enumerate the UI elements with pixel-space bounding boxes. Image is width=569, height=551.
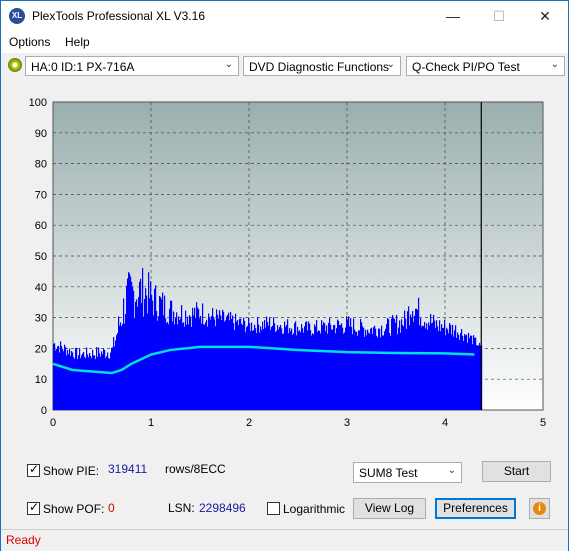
window-title: PlexTools Professional XL V3.16 xyxy=(32,9,205,23)
y-tick-label: 20 xyxy=(35,343,47,355)
test-select-value: Q-Check PI/PO Test xyxy=(412,60,520,74)
y-tick-label: 70 xyxy=(35,189,47,201)
status-bar: Ready xyxy=(1,529,568,551)
menu-bar: Options Help xyxy=(1,31,568,53)
close-button[interactable]: ✕ xyxy=(522,1,568,31)
x-tick-label: 4 xyxy=(442,417,448,429)
info-button[interactable]: i xyxy=(529,498,550,519)
show-pie-label: Show PIE: xyxy=(43,464,100,478)
menu-options[interactable]: Options xyxy=(9,35,50,49)
y-tick-label: 0 xyxy=(41,405,47,417)
y-tick-label: 80 xyxy=(35,159,47,171)
pie-value: 319411 xyxy=(108,462,148,476)
disc-icon xyxy=(8,58,22,72)
check-icon: ✓ xyxy=(29,462,40,476)
start-button[interactable]: Start xyxy=(482,461,551,482)
chevron-down-icon: ⌄ xyxy=(447,465,456,476)
sum8-select-value: SUM8 Test xyxy=(359,466,418,480)
chevron-down-icon: ⌄ xyxy=(386,59,395,70)
lsn-label: LSN: xyxy=(168,501,195,515)
drive-select-value: HA:0 ID:1 PX-716A xyxy=(31,60,135,74)
function-select-value: DVD Diagnostic Functions xyxy=(249,60,390,74)
logarithmic-label: Logarithmic xyxy=(283,502,346,516)
main-window: XL PlexTools Professional XL V3.16 — ☐ ✕… xyxy=(0,0,569,551)
menu-help[interactable]: Help xyxy=(65,35,90,49)
toolbar: HA:0 ID:1 PX-716A ⌄ DVD Diagnostic Funct… xyxy=(1,53,568,81)
preferences-button[interactable]: Preferences xyxy=(435,498,516,519)
show-pof-checkbox[interactable]: ✓ xyxy=(27,500,40,515)
bottom-panel: ✓ Show PIE: 319411 rows/8ECC SUM8 Test ⌄… xyxy=(8,453,557,527)
x-tick-label: 2 xyxy=(246,417,252,429)
pipo-chart: 0 10 20 30 40 50 60 70 80 90 100 0 1 2 3 4 5 xyxy=(29,97,546,429)
chevron-down-icon: ⌄ xyxy=(224,59,233,70)
show-pof-label: Show POF: xyxy=(43,502,105,516)
x-tick-label: 5 xyxy=(540,417,546,429)
logarithmic-checkbox[interactable] xyxy=(267,502,280,515)
y-tick-label: 50 xyxy=(35,251,47,263)
show-pie-checkbox[interactable]: ✓ xyxy=(27,462,40,477)
x-tick-label: 1 xyxy=(148,417,154,429)
x-tick-label: 3 xyxy=(344,417,350,429)
y-tick-label: 100 xyxy=(29,97,47,109)
app-icon: XL xyxy=(9,8,25,24)
chevron-down-icon: ⌄ xyxy=(550,59,559,70)
x-tick-label: 0 xyxy=(50,417,56,429)
lsn-value: 2298496 xyxy=(199,501,246,515)
y-tick-label: 60 xyxy=(35,220,47,232)
maximize-button[interactable]: ☐ xyxy=(476,1,522,31)
minimize-button[interactable]: — xyxy=(430,1,476,31)
chart-panel: 0 10 20 30 40 50 60 70 80 90 100 0 1 2 3 4 5 xyxy=(8,86,557,443)
info-icon: i xyxy=(533,502,546,515)
test-select[interactable]: Q-Check PI/PO Test ⌄ xyxy=(406,56,565,76)
pie-unit: rows/8ECC xyxy=(165,462,226,476)
y-tick-label: 30 xyxy=(35,313,47,325)
status-text: Ready xyxy=(6,533,41,547)
view-log-button[interactable]: View Log xyxy=(353,498,426,519)
y-tick-label: 90 xyxy=(35,128,47,140)
sum8-select[interactable]: SUM8 Test ⌄ xyxy=(353,462,462,483)
check-icon: ✓ xyxy=(29,500,40,514)
title-bar: XL PlexTools Professional XL V3.16 — ☐ ✕ xyxy=(1,1,568,31)
y-tick-label: 40 xyxy=(35,282,47,294)
function-select[interactable]: DVD Diagnostic Functions ⌄ xyxy=(243,56,401,76)
drive-select[interactable]: HA:0 ID:1 PX-716A ⌄ xyxy=(25,56,239,76)
y-tick-label: 10 xyxy=(35,374,47,386)
pof-value: 0 xyxy=(108,501,115,515)
